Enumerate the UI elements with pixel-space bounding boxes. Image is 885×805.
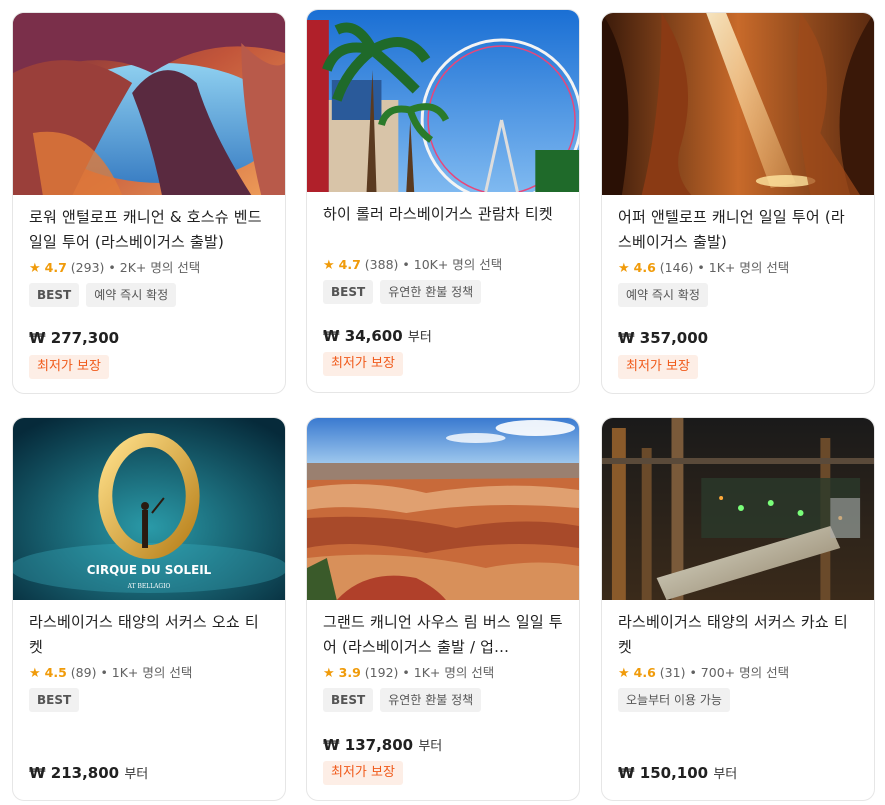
star-icon: ★ — [618, 261, 630, 276]
best-badge: BEST — [29, 283, 80, 307]
review-count: (146) — [659, 260, 694, 275]
high-roller-image — [307, 10, 579, 192]
tag-list: BEST 유연한 환불 정책 — [323, 688, 563, 712]
product-card[interactable]: 어퍼 앤텔로프 캐니언 일일 투어 (라스베이거스 출발) ★ 4.6 (146… — [601, 12, 875, 394]
review-count: (192) — [364, 665, 399, 680]
star-icon: ★ — [29, 261, 41, 276]
review-count: (31) — [659, 665, 686, 680]
price: ₩ 137,800 부터 — [323, 735, 442, 754]
rating-value: 3.9 — [338, 665, 361, 680]
price: ₩ 34,600 부터 — [323, 326, 432, 345]
best-badge: BEST — [323, 688, 374, 712]
star-icon: ★ — [323, 258, 335, 273]
product-title[interactable]: 로워 앤털로프 캐니언 & 호스슈 벤드 일일 투어 (라스베이거스 출발) — [29, 205, 269, 255]
lower-antelope-canyon-image — [13, 13, 285, 195]
tag-list: 오늘부터 이용 가능 — [618, 688, 858, 712]
o-show-venue-text: AT BELLAGIO — [127, 583, 171, 590]
star-icon: ★ — [618, 666, 630, 681]
tag-list: BEST 유연한 환불 정책 — [323, 280, 563, 304]
product-card[interactable]: 하이 롤러 라스베이거스 관람차 티켓 ★ 4.7 (388) • 10K+ 명… — [306, 9, 580, 393]
product-title[interactable]: 라스베이거스 태양의 서커스 카쇼 티켓 — [618, 610, 858, 660]
lowest-price-badge: 최저가 보장 — [29, 355, 109, 379]
price: ₩ 213,800 부터 — [29, 763, 148, 782]
lowest-price-badge: 최저가 보장 — [323, 761, 403, 785]
price-value: ₩ 137,800 — [323, 736, 414, 754]
product-card[interactable]: 라스베이거스 태양의 서커스 카쇼 티켓 ★ 4.6 (31) • 700+ 명… — [601, 417, 875, 801]
selected-count: • 1K+ 명의 선택 — [402, 665, 495, 680]
product-card[interactable]: 그랜드 캐니언 사우스 림 버스 일일 투어 (라스베이거스 출발 / 업...… — [306, 417, 580, 801]
price: ₩ 277,300 — [29, 329, 119, 347]
review-count: (388) — [364, 257, 399, 272]
rating-row: ★ 4.6 (31) • 700+ 명의 선택 — [618, 663, 858, 683]
product-card[interactable]: 로워 앤털로프 캐니언 & 호스슈 벤드 일일 투어 (라스베이거스 출발) ★… — [12, 12, 286, 394]
best-badge: BEST — [323, 280, 374, 304]
tag-list: BEST 예약 즉시 확정 — [29, 283, 269, 307]
price-value: ₩ 34,600 — [323, 327, 403, 345]
rating-row: ★ 4.7 (388) • 10K+ 명의 선택 — [323, 255, 563, 275]
rating-row: ★ 4.7 (293) • 2K+ 명의 선택 — [29, 258, 269, 278]
lowest-price-badge: 최저가 보장 — [618, 355, 698, 379]
o-show-name-text: CIRQUE DU SOLEIL — [87, 563, 212, 577]
upper-antelope-canyon-image — [602, 13, 874, 195]
rating-value: 4.7 — [44, 260, 67, 275]
feature-tag: 예약 즉시 확정 — [86, 283, 177, 307]
selected-count: • 2K+ 명의 선택 — [108, 260, 201, 275]
best-badge: BEST — [29, 688, 80, 712]
product-title[interactable]: 어퍼 앤텔로프 캐니언 일일 투어 (라스베이거스 출발) — [618, 205, 858, 255]
feature-tag: 예약 즉시 확정 — [618, 283, 708, 307]
tag-list: BEST — [29, 688, 269, 712]
price-suffix: 부터 — [418, 739, 443, 754]
feature-tag: 오늘부터 이용 가능 — [618, 688, 730, 712]
rating-value: 4.6 — [633, 665, 656, 680]
lowest-price-badge: 최저가 보장 — [323, 352, 403, 376]
price: ₩ 150,100 부터 — [618, 763, 737, 782]
rating-row: ★ 4.5 (89) • 1K+ 명의 선택 — [29, 663, 269, 683]
review-count: (293) — [70, 260, 105, 275]
rating-value: 4.7 — [338, 257, 361, 272]
price-suffix: 부터 — [124, 767, 149, 782]
price-suffix: 부터 — [407, 330, 432, 345]
o-show-image: CIRQUE DU SOLEIL AT BELLAGIO — [13, 418, 285, 600]
selected-count: • 10K+ 명의 선택 — [402, 257, 503, 272]
feature-tag: 유연한 환불 정책 — [380, 280, 482, 304]
price-value: ₩ 213,800 — [29, 764, 120, 782]
selected-count: • 1K+ 명의 선택 — [697, 260, 790, 275]
star-icon: ★ — [323, 666, 335, 681]
price-value: ₩ 357,000 — [618, 329, 709, 347]
rating-value: 4.5 — [44, 665, 67, 680]
selected-count: • 1K+ 명의 선택 — [100, 665, 193, 680]
product-title[interactable]: 그랜드 캐니언 사우스 림 버스 일일 투어 (라스베이거스 출발 / 업... — [323, 610, 563, 660]
selected-count: • 700+ 명의 선택 — [689, 665, 790, 680]
product-title[interactable]: 라스베이거스 태양의 서커스 오쇼 티켓 — [29, 610, 269, 660]
grand-canyon-image — [307, 418, 579, 600]
price-value: ₩ 277,300 — [29, 329, 120, 347]
price-suffix: 부터 — [713, 767, 738, 782]
review-count: (89) — [70, 665, 97, 680]
price: ₩ 357,000 — [618, 329, 708, 347]
rating-row: ★ 4.6 (146) • 1K+ 명의 선택 — [618, 258, 858, 278]
star-icon: ★ — [29, 666, 41, 681]
product-card[interactable]: CIRQUE DU SOLEIL AT BELLAGIO 라스베이거스 태양의 … — [12, 417, 286, 801]
rating-value: 4.6 — [633, 260, 656, 275]
ka-show-image — [602, 418, 874, 600]
product-title[interactable]: 하이 롤러 라스베이거스 관람차 티켓 — [323, 202, 563, 252]
tag-list: 예약 즉시 확정 — [618, 283, 858, 307]
rating-row: ★ 3.9 (192) • 1K+ 명의 선택 — [323, 663, 563, 683]
feature-tag: 유연한 환불 정책 — [380, 688, 482, 712]
price-value: ₩ 150,100 — [618, 764, 709, 782]
